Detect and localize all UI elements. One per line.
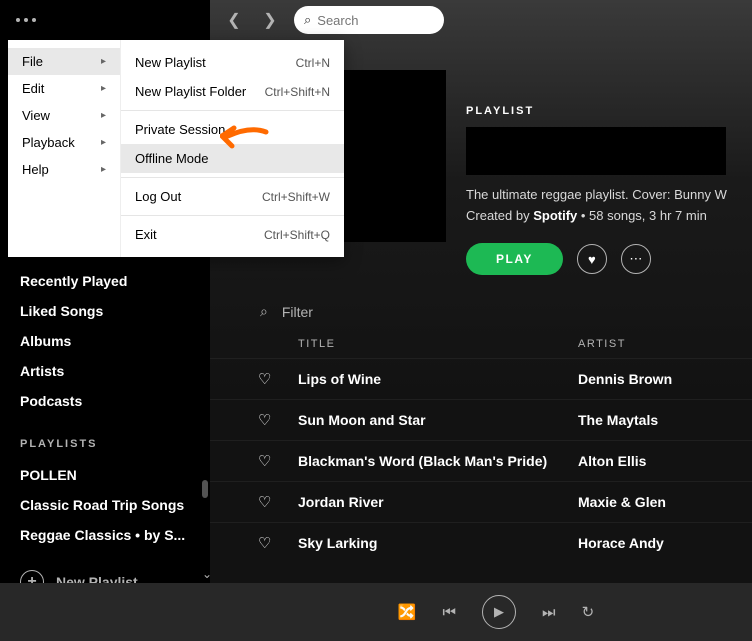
menu-item-view[interactable]: View▸ [8, 102, 120, 129]
app-menu-dots[interactable] [16, 18, 36, 22]
repeat-button[interactable]: ↻ [582, 603, 595, 621]
submenu-item[interactable]: Offline Mode [121, 144, 344, 173]
playlist-description: The ultimate reggae playlist. Cover: Bun… [466, 187, 732, 202]
sidebar-playlist-item[interactable]: Classic Road Trip Songs [0, 490, 210, 520]
heart-icon[interactable]: ♡ [258, 411, 298, 429]
submenu-item[interactable]: Log OutCtrl+Shift+W [121, 182, 344, 211]
sidebar-item[interactable]: Artists [0, 356, 210, 386]
track-row[interactable]: ♡Sky LarkingHorace Andy [210, 522, 752, 563]
track-title: Sky Larking [298, 535, 578, 551]
sidebar-item[interactable]: Recently Played [0, 266, 210, 296]
next-button[interactable]: ⏭ [542, 604, 556, 621]
header-artist[interactable]: ARTIST [578, 338, 716, 350]
app-menu: File▸Edit▸View▸Playback▸Help▸ New Playli… [8, 40, 344, 257]
sidebar-item[interactable]: Albums [0, 326, 210, 356]
submenu-item[interactable]: Private Session [121, 115, 344, 144]
menu-item-help[interactable]: Help▸ [8, 156, 120, 183]
menu-item-file[interactable]: File▸ [8, 48, 120, 75]
track-artist[interactable]: Maxie & Glen [578, 494, 716, 510]
shuffle-button[interactable]: 🔀 [398, 603, 417, 621]
track-row[interactable]: ♡Jordan RiverMaxie & Glen [210, 481, 752, 522]
player-bar: 🔀 ⏮ ▶ ⏭ ↻ [0, 583, 752, 641]
menu-item-edit[interactable]: Edit▸ [8, 75, 120, 102]
track-headers: TITLE ARTIST [210, 330, 752, 358]
track-row[interactable]: ♡Sun Moon and StarThe Maytals [210, 399, 752, 440]
submenu-item[interactable]: New PlaylistCtrl+N [121, 48, 344, 77]
search-icon: ⌕ [304, 12, 311, 28]
content-type-label: PLAYLIST [466, 105, 732, 117]
menu-item-playback[interactable]: Playback▸ [8, 129, 120, 156]
track-artist[interactable]: Horace Andy [578, 535, 716, 551]
heart-icon: ♥ [588, 252, 596, 267]
track-row[interactable]: ♡Lips of WineDennis Brown [210, 358, 752, 399]
track-artist[interactable]: Dennis Brown [578, 371, 716, 387]
sidebar-item[interactable]: Liked Songs [0, 296, 210, 326]
header-title[interactable]: TITLE [298, 338, 578, 350]
forward-button[interactable]: ❯ [258, 8, 282, 32]
ellipsis-icon: ⋯ [629, 251, 642, 267]
play-button[interactable]: PLAY [466, 243, 563, 275]
more-button[interactable]: ⋯ [621, 244, 651, 274]
sidebar-playlist-item[interactable]: Reggae Classics • by S... [0, 520, 210, 550]
heart-icon[interactable]: ♡ [258, 452, 298, 470]
track-artist[interactable]: Alton Ellis [578, 453, 716, 469]
creator-link[interactable]: Spotify [533, 208, 577, 223]
previous-button[interactable]: ⏮ [443, 604, 457, 621]
track-row[interactable]: ♡Blackman's Word (Black Man's Pride)Alto… [210, 440, 752, 481]
submenu-item[interactable]: ExitCtrl+Shift+Q [121, 220, 344, 249]
playlists-section-label: PLAYLISTS [0, 438, 210, 450]
track-title: Blackman's Word (Black Man's Pride) [298, 453, 578, 469]
heart-icon[interactable]: ♡ [258, 370, 298, 388]
submenu-item[interactable]: New Playlist FolderCtrl+Shift+N [121, 77, 344, 106]
like-button[interactable]: ♥ [577, 244, 607, 274]
sidebar-scrollbar[interactable] [202, 480, 208, 498]
playlist-creator: Created by Spotify • 58 songs, 3 hr 7 mi… [466, 208, 732, 223]
filter-search-icon[interactable]: ⌕ [260, 303, 268, 320]
heart-icon[interactable]: ♡ [258, 493, 298, 511]
track-title: Sun Moon and Star [298, 412, 578, 428]
track-artist[interactable]: The Maytals [578, 412, 716, 428]
playlist-title [466, 127, 726, 175]
sidebar-item[interactable]: Podcasts [0, 386, 210, 416]
search-input[interactable] [317, 13, 434, 28]
track-title: Jordan River [298, 494, 578, 510]
heart-icon[interactable]: ♡ [258, 534, 298, 552]
sidebar-playlist-item[interactable]: POLLEN [0, 460, 210, 490]
play-pause-button[interactable]: ▶ [482, 595, 516, 629]
filter-input[interactable]: Filter [282, 304, 313, 320]
back-button[interactable]: ❮ [222, 8, 246, 32]
track-title: Lips of Wine [298, 371, 578, 387]
search-box[interactable]: ⌕ [294, 6, 444, 34]
